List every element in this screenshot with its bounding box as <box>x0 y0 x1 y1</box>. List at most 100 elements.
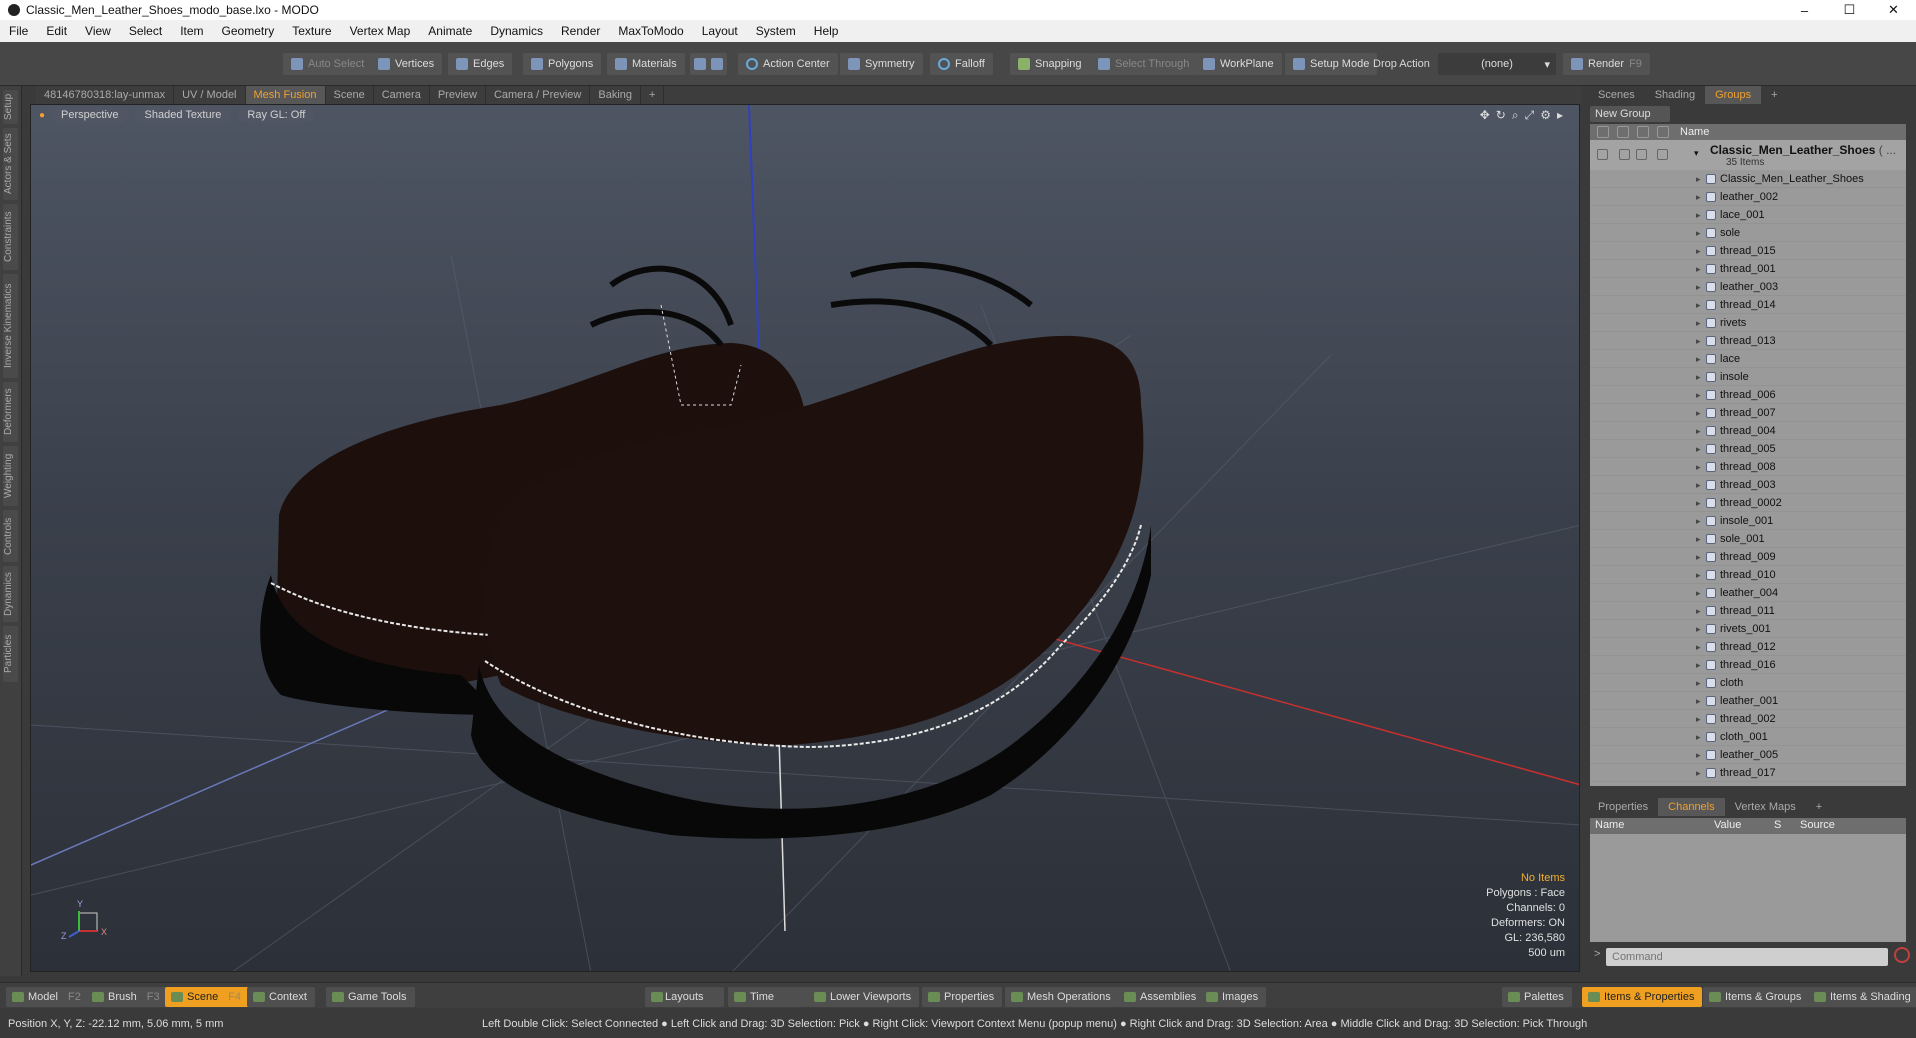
group-item-row[interactable]: ▸ thread_014 <box>1590 296 1906 314</box>
expand-arrow-icon[interactable]: ▸ <box>1696 674 1701 692</box>
group-item-row[interactable]: ▸ thread_009 <box>1590 548 1906 566</box>
side-tab-controls[interactable]: Controls <box>3 510 18 562</box>
tab-preview[interactable]: Preview <box>430 86 486 104</box>
expand-arrow-icon[interactable]: ▸ <box>1696 584 1701 602</box>
expand-arrow-icon[interactable]: ▸ <box>1696 404 1701 422</box>
viewport-menu-icon[interactable]: ● <box>39 110 45 121</box>
group-select-toggle[interactable] <box>1657 149 1668 160</box>
symmetry-button[interactable]: Symmetry <box>840 53 923 75</box>
raygl-button[interactable]: Ray GL: Off <box>237 107 316 123</box>
expand-arrow-icon[interactable]: ▸ <box>1696 494 1701 512</box>
scene-tab[interactable]: Scene F4 <box>165 987 250 1007</box>
tab-shading[interactable]: Shading <box>1645 86 1705 104</box>
group-item-row[interactable]: ▸ leather_005 <box>1590 746 1906 764</box>
side-tab-particles[interactable]: Particles <box>3 626 18 682</box>
mesh-operations-button[interactable]: Mesh Operations <box>1005 987 1119 1007</box>
tab-camera-preview[interactable]: Camera / Preview <box>486 86 591 104</box>
expand-arrow-icon[interactable]: ▸ <box>1696 620 1701 638</box>
group-item-row[interactable]: ▸ thread_006 <box>1590 386 1906 404</box>
group-row-classic-shoes[interactable]: ▾ Classic_Men_Leather_Shoes ( ... 35 Ite… <box>1590 140 1906 170</box>
stop-command-icon[interactable] <box>1894 947 1910 963</box>
tab-scene[interactable]: Scene <box>326 86 374 104</box>
group-item-row[interactable]: ▸ thread_001 <box>1590 260 1906 278</box>
group-item-row[interactable]: ▸ cloth <box>1590 674 1906 692</box>
layouts-button[interactable]: Layouts <box>645 987 724 1007</box>
expand-arrow-icon[interactable]: ▸ <box>1696 638 1701 656</box>
group-item-row[interactable]: ▸ thread_011 <box>1590 602 1906 620</box>
edges-button[interactable]: Edges <box>448 53 513 75</box>
time-button[interactable]: Time <box>728 987 809 1007</box>
expand-arrow-icon[interactable]: ▸ <box>1696 260 1701 278</box>
group-item-row[interactable]: ▸ thread_005 <box>1590 440 1906 458</box>
group-item-row[interactable]: ▸ sole <box>1590 224 1906 242</box>
expand-arrow-icon[interactable]: ▸ <box>1696 314 1701 332</box>
group-item-row[interactable]: ▸ leather_004 <box>1590 584 1906 602</box>
tab-layout-unmax[interactable]: 48146780318:lay-unmax <box>36 86 175 104</box>
assemblies-button[interactable]: Assemblies <box>1118 987 1205 1007</box>
select-through-button[interactable]: Select Through <box>1090 53 1198 75</box>
add-tab-button[interactable]: + <box>641 86 665 104</box>
menu-vertex-map[interactable]: Vertex Map <box>341 24 420 38</box>
items-groups-tab[interactable]: Items & Groups <box>1703 987 1810 1007</box>
group-item-row[interactable]: ▸ rivets_001 <box>1590 620 1906 638</box>
viewport-settings-icon[interactable]: ⚙ <box>1540 108 1551 123</box>
game-tools-tab[interactable]: Game Tools <box>326 987 415 1007</box>
menu-render[interactable]: Render <box>552 24 609 38</box>
snapping-button[interactable]: Snapping <box>1010 53 1090 75</box>
side-tab-weighting[interactable]: Weighting <box>3 446 18 506</box>
expand-arrow-icon[interactable]: ▸ <box>1696 170 1701 188</box>
expand-arrow-icon[interactable]: ▸ <box>1696 332 1701 350</box>
expand-arrow-icon[interactable]: ▸ <box>1696 512 1701 530</box>
expand-arrow-icon[interactable]: ▸ <box>1696 206 1701 224</box>
lock-column-icon[interactable] <box>1637 126 1649 138</box>
menu-item[interactable]: Item <box>171 24 212 38</box>
images-button[interactable]: Images <box>1200 987 1267 1007</box>
polygons-button[interactable]: Polygons <box>523 53 602 75</box>
projection-button[interactable]: Perspective <box>51 107 129 123</box>
brush-tab[interactable]: Brush F3 <box>86 987 168 1007</box>
action-center-button[interactable]: Action Center <box>738 53 838 75</box>
menu-help[interactable]: Help <box>805 24 848 38</box>
minimize-button[interactable]: – <box>1782 0 1827 20</box>
group-item-row[interactable]: ▸ Classic_Men_Leather_Shoes <box>1590 170 1906 188</box>
menu-animate[interactable]: Animate <box>419 24 481 38</box>
group-item-row[interactable]: ▸ leather_001 <box>1590 692 1906 710</box>
group-item-row[interactable]: ▸ lace <box>1590 350 1906 368</box>
side-tab-inverse-kinematics[interactable]: Inverse Kinematics <box>3 274 18 378</box>
menu-maxtomodo[interactable]: MaxToModo <box>609 24 692 38</box>
expand-arrow-icon[interactable]: ▸ <box>1696 656 1701 674</box>
group-item-row[interactable]: ▸ insole <box>1590 368 1906 386</box>
tab-vertex-maps[interactable]: Vertex Maps <box>1725 798 1806 816</box>
menu-dynamics[interactable]: Dynamics <box>481 24 552 38</box>
expand-arrow-icon[interactable]: ▸ <box>1696 548 1701 566</box>
palettes-button[interactable]: Palettes <box>1502 987 1572 1007</box>
menu-select[interactable]: Select <box>120 24 171 38</box>
side-tab-setup[interactable]: Setup <box>3 90 18 124</box>
drop-action-select[interactable]: (none) ▾ <box>1438 53 1556 75</box>
group-item-row[interactable]: ▸ thread_003 <box>1590 476 1906 494</box>
render-button[interactable]: Render F9 <box>1563 53 1650 75</box>
visibility-column-icon[interactable] <box>1597 126 1609 138</box>
expand-arrow-icon[interactable]: ▸ <box>1696 710 1701 728</box>
3d-viewport[interactable]: ● Perspective Shaded Texture Ray GL: Off… <box>30 104 1580 972</box>
expand-arrow-icon[interactable]: ▸ <box>1696 368 1701 386</box>
expand-arrow-icon[interactable]: ▸ <box>1696 602 1701 620</box>
group-item-row[interactable]: ▸ rivets <box>1590 314 1906 332</box>
expand-arrow-icon[interactable]: ▸ <box>1696 476 1701 494</box>
tab-baking[interactable]: Baking <box>590 86 642 104</box>
select-column-icon[interactable] <box>1657 126 1669 138</box>
expand-arrow-icon[interactable]: ▸ <box>1696 440 1701 458</box>
group-item-row[interactable]: ▸ thread_013 <box>1590 332 1906 350</box>
expand-arrow-icon[interactable]: ▸ <box>1696 188 1701 206</box>
maximize-button[interactable]: ☐ <box>1827 0 1872 20</box>
group-item-row[interactable]: ▸ thread_0002 <box>1590 494 1906 512</box>
group-item-row[interactable]: ▸ thread_004 <box>1590 422 1906 440</box>
menu-system[interactable]: System <box>747 24 805 38</box>
side-tab-actors-sets[interactable]: Actors & Sets <box>3 128 18 200</box>
context-tab[interactable]: Context <box>247 987 315 1007</box>
group-item-row[interactable]: ▸ insole_001 <box>1590 512 1906 530</box>
group-expand-icon[interactable]: ▾ <box>1694 148 1699 159</box>
new-group-button[interactable]: New Group <box>1590 106 1670 122</box>
lower-viewports-button[interactable]: Lower Viewports <box>808 987 920 1007</box>
group-render-toggle[interactable] <box>1619 149 1630 160</box>
